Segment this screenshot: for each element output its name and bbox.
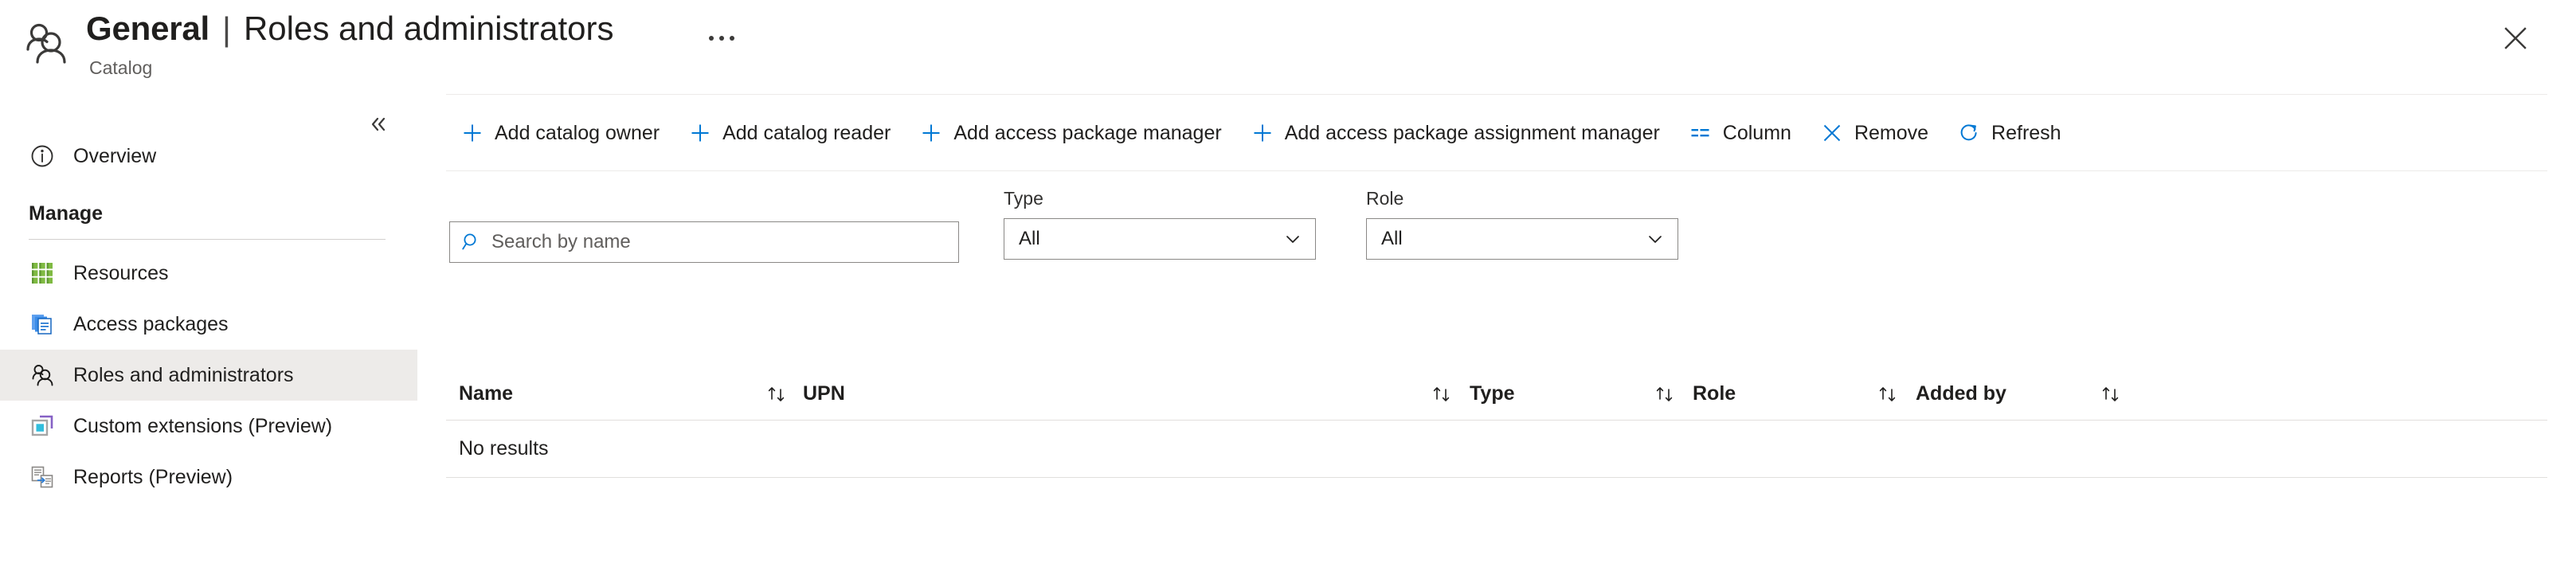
add-access-package-manager-button[interactable]: Add access package manager [905, 111, 1235, 155]
command-bar-divider [446, 170, 2547, 171]
type-filter-value: All [1019, 228, 1040, 250]
type-filter-select[interactable]: All [1004, 218, 1316, 260]
sidebar-item-label: Reports (Preview) [73, 464, 233, 491]
grid-icon [29, 260, 56, 287]
people-icon [29, 362, 56, 389]
plus-icon [688, 121, 712, 145]
refresh-icon [1957, 121, 1981, 145]
search-input[interactable] [491, 230, 938, 254]
sidebar-item-label: Custom extensions (Preview) [73, 413, 332, 440]
column-header-type[interactable]: Type [1470, 368, 1515, 421]
command-label: Add access package manager [953, 122, 1221, 145]
extension-square-icon [29, 413, 56, 440]
command-label: Column [1723, 122, 1791, 145]
column-icon [1689, 121, 1713, 145]
sidebar-item-label: Overview [73, 143, 156, 170]
table-header-row: Name UPN Type Rol [446, 368, 2547, 421]
sidebar-item-custom-extensions[interactable]: Custom extensions (Preview) [0, 401, 417, 452]
ellipsis-dot [730, 36, 734, 41]
sort-toggle-icon[interactable] [1872, 378, 1904, 410]
info-circle-icon [29, 143, 56, 170]
page-title-main: General [86, 8, 209, 49]
ellipsis-dot [719, 36, 724, 41]
plus-icon [919, 121, 943, 145]
x-icon [1820, 121, 1844, 145]
report-icon [29, 464, 56, 491]
type-filter-label: Type [1004, 186, 1316, 210]
page-header: General | Roles and administrators Catal… [0, 0, 2576, 94]
content-pane: Add catalog owner Add catalog reader Add… [417, 94, 2576, 583]
chevron-down-icon [1646, 229, 1665, 248]
sidebar-item-label: Access packages [73, 311, 229, 338]
sidebar-item-label: Resources [73, 260, 169, 287]
add-access-package-assignment-manager-button[interactable]: Add access package assignment manager [1236, 111, 1674, 155]
sort-toggle-icon[interactable] [2095, 378, 2127, 410]
more-options-icon[interactable] [701, 22, 742, 54]
chevron-down-icon [1283, 229, 1302, 248]
page-subtitle: Catalog [89, 56, 152, 80]
plus-icon [1251, 121, 1274, 145]
close-icon[interactable] [2495, 18, 2536, 59]
command-label: Add access package assignment manager [1285, 122, 1660, 145]
command-label: Refresh [1991, 122, 2061, 145]
sidebar-item-overview[interactable]: Overview [0, 131, 417, 182]
command-bar: Add catalog owner Add catalog reader Add… [446, 108, 2076, 158]
sidebar-section-manage: Manage [0, 196, 417, 231]
page-title: General | Roles and administrators [86, 8, 613, 49]
title-separator: | [222, 9, 231, 50]
search-icon [461, 232, 482, 252]
add-catalog-reader-button[interactable]: Add catalog reader [674, 111, 905, 155]
add-catalog-owner-button[interactable]: Add catalog owner [446, 111, 674, 155]
column-header-upn[interactable]: UPN [803, 368, 845, 421]
sidebar-item-roles-and-administrators[interactable]: Roles and administrators [0, 350, 417, 401]
sidebar-item-resources[interactable]: Resources [0, 248, 417, 299]
command-label: Remove [1854, 122, 1928, 145]
search-box[interactable] [449, 221, 959, 263]
sort-toggle-icon[interactable] [1649, 378, 1681, 410]
sidebar: Overview Manage [0, 94, 417, 583]
plus-icon [460, 121, 484, 145]
sidebar-item-reports[interactable]: Reports (Preview) [0, 452, 417, 503]
people-icon [21, 18, 70, 67]
sidebar-item-label: Roles and administrators [73, 362, 294, 389]
role-filter: Role All [1366, 186, 1678, 260]
page-title-section: Roles and administrators [244, 8, 614, 49]
content-top-divider [446, 94, 2547, 95]
column-header-role[interactable]: Role [1693, 368, 1736, 421]
sort-toggle-icon[interactable] [1426, 378, 1458, 410]
documents-icon [29, 311, 56, 338]
refresh-button[interactable]: Refresh [1943, 111, 2076, 155]
column-header-name[interactable]: Name [459, 368, 513, 421]
role-filter-label: Role [1366, 186, 1678, 210]
command-label: Add catalog reader [722, 122, 891, 145]
column-button[interactable]: Column [1674, 111, 1806, 155]
command-label: Add catalog owner [495, 122, 660, 145]
ellipsis-dot [709, 36, 714, 41]
sidebar-divider [29, 239, 386, 240]
remove-button[interactable]: Remove [1806, 111, 1943, 155]
sidebar-item-access-packages[interactable]: Access packages [0, 299, 417, 350]
table-empty-row: No results [446, 421, 2547, 478]
column-header-added-by[interactable]: Added by [1916, 368, 2006, 421]
sort-toggle-icon[interactable] [761, 378, 793, 410]
role-filter-select[interactable]: All [1366, 218, 1678, 260]
role-filter-value: All [1381, 228, 1403, 250]
type-filter: Type All [1004, 186, 1316, 260]
empty-state-text: No results [459, 437, 549, 460]
roles-table: Name UPN Type Rol [446, 368, 2547, 478]
